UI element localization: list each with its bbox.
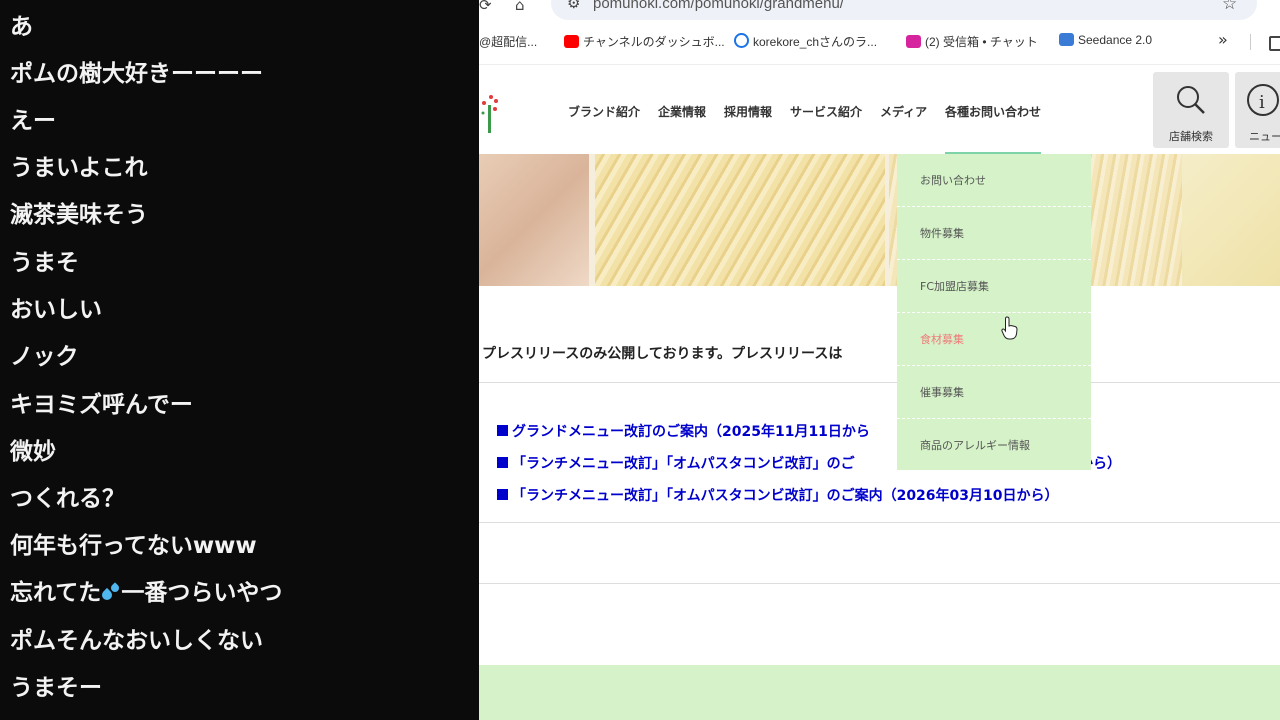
bookmark-item[interactable]: korekore_chさんのラ... <box>734 33 877 50</box>
chat-overlay: あ ポムの樹大好きーーーー えー うまいよこれ 滅茶美味そう うまそ おいしい … <box>0 0 479 720</box>
store-search-button[interactable]: 店舗検索 <box>1153 72 1229 148</box>
menu-item-inquiry[interactable]: お問い合わせ <box>920 172 986 188</box>
chat-message: ノック <box>10 344 79 370</box>
divider <box>479 382 1280 383</box>
chat-message: うまそ <box>10 250 79 276</box>
footer-band <box>479 665 1280 720</box>
chat-message: 微妙 <box>10 439 56 465</box>
menu-item-ingredients[interactable]: 食材募集 <box>920 331 964 347</box>
bookmark-item[interactable]: Seedance 2.0 <box>1059 33 1152 47</box>
more-bookmarks-icon[interactable]: » <box>1218 30 1228 49</box>
divider <box>897 312 1091 313</box>
divider <box>1250 34 1251 50</box>
instagram-icon <box>906 35 921 48</box>
chat-message: おいしい <box>10 297 102 323</box>
home-icon[interactable]: ⌂ <box>515 0 525 14</box>
site-info-icon[interactable]: ⚙ <box>567 0 580 12</box>
chat-message: ポムそんなおいしくない <box>10 628 263 654</box>
menu-item-events[interactable]: 催事募集 <box>920 384 964 400</box>
bookmark-item[interactable]: チャンネルのダッシュボ... <box>564 33 725 50</box>
folder-icon[interactable] <box>1269 36 1280 51</box>
hero-image <box>479 154 1280 286</box>
bullet-icon <box>497 457 508 468</box>
divider <box>897 206 1091 207</box>
chat-message: つくれる？ <box>10 486 125 512</box>
chat-message: えー <box>10 108 56 134</box>
loader-icon <box>734 33 749 48</box>
bookmarks-bar: @超配信... チャンネルのダッシュボ... korekore_chさんのラ..… <box>479 28 1280 58</box>
divider <box>479 583 1280 584</box>
reload-icon[interactable]: ⟳ <box>479 0 492 14</box>
food-photo <box>595 154 885 286</box>
nav-brand[interactable]: ブランド紹介 <box>568 103 640 120</box>
bookmark-star-icon[interactable]: ☆ <box>1222 0 1237 14</box>
menu-item-property[interactable]: 物件募集 <box>920 225 964 241</box>
divider <box>897 365 1091 366</box>
contact-dropdown-menu: お問い合わせ 物件募集 FC加盟店募集 食材募集 催事募集 商品のアレルギー情報 <box>897 154 1091 470</box>
chat-message: キヨミズ呼んでー <box>10 392 193 418</box>
info-icon: i <box>1247 84 1279 116</box>
bullet-icon <box>497 425 508 436</box>
chat-message: あ <box>10 14 33 40</box>
news-link[interactable]: グランドメニュー改訂のご案内（2025年11月11日から <box>497 421 870 441</box>
nav-company[interactable]: 企業情報 <box>658 103 706 120</box>
chat-message: 何年も行ってないwww <box>10 533 257 559</box>
site-header: ブランド紹介 企業情報 採用情報 サービス紹介 メディア 各種お問い合わせ 店舗… <box>479 64 1280 155</box>
svg-text:i: i <box>1259 92 1265 113</box>
food-photo <box>479 154 589 286</box>
bullet-icon <box>497 489 508 500</box>
browser-window: ⟳ ⌂ ⚙ pomunoki.com/pomunoki/grandmenu/ ☆… <box>479 0 1280 720</box>
hand-cursor-icon <box>1001 316 1018 340</box>
press-intro-text: プレスリリースのみ公開しております。プレスリリースは <box>482 346 843 362</box>
bookmark-item[interactable]: (2) 受信箱 • チャット <box>906 33 1038 50</box>
divider <box>897 418 1091 419</box>
browser-toolbar: ⟳ ⌂ ⚙ pomunoki.com/pomunoki/grandmenu/ ☆ <box>479 0 1280 22</box>
news-button[interactable]: i ニュー <box>1235 72 1280 148</box>
chat-message: 滅茶美味そう <box>10 202 148 228</box>
nav-contact[interactable]: 各種お問い合わせ <box>945 103 1041 120</box>
chat-message: うまそー <box>10 675 102 701</box>
chat-message: うまいよこれ <box>10 155 148 181</box>
menu-item-franchise[interactable]: FC加盟店募集 <box>920 278 989 294</box>
chat-text: 一番つらいやつ <box>121 580 283 606</box>
divider <box>897 259 1091 260</box>
chat-text: 忘れてた <box>10 580 102 606</box>
news-link[interactable]: 「ランチメニュー改訂」「オムパスタコンビ改訂」のご案内（2026年03月10日か… <box>497 485 1059 505</box>
news-label: ニュー <box>1249 130 1280 143</box>
nav-media[interactable]: メディア <box>880 103 927 120</box>
nav-recruit[interactable]: 採用情報 <box>724 103 772 120</box>
menu-item-allergy[interactable]: 商品のアレルギー情報 <box>920 437 1030 453</box>
nav-services[interactable]: サービス紹介 <box>790 103 862 120</box>
bookmark-item[interactable]: @超配信... <box>479 33 537 50</box>
store-search-label: 店舗検索 <box>1169 130 1213 143</box>
chat-message: ポムの樹大好きーーーー <box>10 61 263 87</box>
url-text[interactable]: pomunoki.com/pomunoki/grandmenu/ <box>593 0 844 12</box>
divider <box>479 522 1280 523</box>
seedance-icon <box>1059 33 1074 46</box>
chat-message: 忘れてた 一番つらいやつ <box>10 578 282 608</box>
search-icon <box>1177 86 1205 114</box>
logo-tree-icon[interactable] <box>479 91 501 133</box>
sweat-drops-icon <box>101 582 119 602</box>
food-photo <box>1182 154 1280 286</box>
news-link[interactable]: 「ランチメニュー改訂」「オムパスタコンビ改訂」のご <box>497 453 855 473</box>
youtube-icon <box>564 35 579 48</box>
